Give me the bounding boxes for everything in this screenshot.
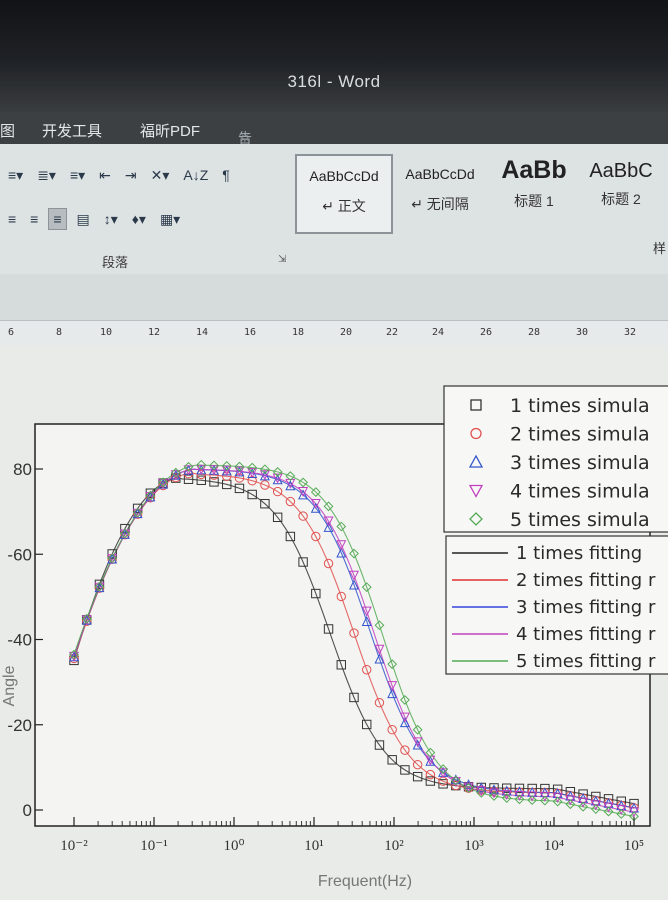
borders-icon[interactable]: ▦▾	[156, 209, 184, 230]
legend-label: 2 times simula	[510, 424, 650, 446]
bullets-icon[interactable]: ≡▾	[4, 165, 27, 186]
show-marks-icon[interactable]: ¶	[218, 165, 234, 185]
y-tick-label: -60	[7, 545, 32, 564]
ruler-label: 30	[576, 327, 589, 338]
ruler-label: 14	[196, 327, 209, 338]
style-heading-1[interactable]: AaBb 标题 1	[487, 154, 581, 230]
ruler-label: 18	[292, 327, 305, 338]
chinese-layout-icon[interactable]: ✕▾	[147, 165, 174, 186]
decrease-indent-icon[interactable]: ⇤	[95, 165, 115, 186]
line-spacing-icon[interactable]: ↕▾	[100, 209, 122, 230]
ruler-label: 16	[244, 327, 257, 338]
align-right-icon[interactable]: ≡	[26, 209, 42, 229]
y-tick-label: -20	[7, 716, 32, 735]
shading-icon[interactable]: ♦▾	[128, 209, 150, 230]
numbering-icon[interactable]: ≣▾	[33, 165, 60, 186]
legend-label: 3 times simula	[510, 452, 650, 474]
x-tick-label: 10⁰	[223, 838, 244, 854]
legend-label: 1 times fitting	[516, 543, 642, 564]
style-normal[interactable]: AaBbCcDd ↵ 正文	[295, 154, 393, 234]
ruler-label: 24	[432, 327, 445, 338]
style-name: ↵ 正文	[322, 198, 366, 214]
legend-fitting: 1 times fitting 2 times fitting r 3 times …	[445, 535, 668, 675]
paragraph-row-2: ≡ ≡ ≡ ▤ ↕▾ ♦▾ ▦▾	[0, 202, 184, 236]
y-tick-label: -40	[7, 631, 32, 650]
ruler-label: 22	[386, 327, 399, 338]
sort-icon[interactable]: A↓Z	[179, 165, 212, 185]
paragraph-group-label: 段落	[102, 255, 129, 270]
align-center-icon[interactable]: ≡	[4, 209, 20, 229]
x-tick-label: 10⁴	[544, 838, 564, 854]
style-sample: AaBbCcDd	[309, 168, 379, 184]
window-titlebar: 316l - Word	[0, 0, 668, 112]
ribbon: ≡▾ ≣▾ ≡▾ ⇤ ⇥ ✕▾ A↓Z ¶ ≡ ≡ ≡ ▤ ↕▾ ♦▾ ▦▾ 段…	[0, 144, 668, 274]
ruler-label: 8	[56, 327, 63, 338]
legend-label: 2 times fitting r	[516, 570, 656, 591]
legend-label: 4 times simula	[510, 481, 650, 503]
x-tick-label: 10⁵	[624, 838, 644, 854]
style-sample: AaBbCcDd	[405, 166, 475, 182]
increase-indent-icon[interactable]: ⇥	[121, 165, 141, 186]
style-heading-2[interactable]: AaBbC 标题 2	[581, 154, 661, 230]
legend-label: 5 times simula	[510, 509, 650, 531]
legend-label: 4 times fitting r	[516, 624, 656, 645]
distributed-icon[interactable]: ▤	[73, 209, 94, 230]
ruler-label: 26	[480, 327, 493, 338]
x-tick-label: 10⁻²	[60, 838, 88, 854]
style-name: 标题 2	[601, 191, 641, 207]
style-no-spacing[interactable]: AaBbCcDd ↵ 无间隔	[393, 154, 487, 230]
x-tick-label: 10²	[384, 838, 404, 854]
justify-icon[interactable]: ≡	[48, 208, 67, 230]
horizontal-ruler[interactable]: 6 8 10 12 14 16 18 20 22 24 26 28 30 32	[0, 320, 668, 348]
legend-label: 5 times fitting r	[516, 651, 656, 672]
menu-item-developer[interactable]: 开发工具	[42, 120, 102, 141]
paragraph-dialog-launcher-icon[interactable]: ⇲	[278, 254, 286, 265]
x-tick-label: 10³	[464, 838, 484, 854]
menu-item-foxit-pdf[interactable]: 福昕PDF	[140, 120, 200, 141]
bode-phase-chart: 0 -20 -40 -60 80 10⁻² 10⁻¹ 10⁰ 10¹ 10² 10³ 10⁴ 10⁵ Fr…	[1, 385, 668, 890]
x-tick-label: 10⁻¹	[140, 838, 167, 854]
legend-simulation: 1 times simula 2 times simula 3 times simu…	[443, 385, 668, 533]
paragraph-row-1: ≡▾ ≣▾ ≡▾ ⇤ ⇥ ✕▾ A↓Z ¶	[0, 158, 234, 192]
x-axis-title: Frequent(Hz)	[318, 873, 412, 890]
x-tick-label: 10¹	[304, 838, 324, 854]
ruler-label: 32	[624, 327, 637, 338]
legend-label: 3 times fitting r	[516, 597, 656, 618]
style-sample: AaBbC	[589, 160, 653, 182]
ruler-label: 10	[100, 327, 113, 338]
ruler-label: 12	[148, 327, 161, 338]
styles-gallery: AaBbCcDd ↵ 正文 AaBbCcDd ↵ 无间隔 AaBb 标题 1 A…	[295, 154, 661, 234]
ruler-label: 28	[528, 327, 541, 338]
ribbon-gap	[0, 274, 668, 320]
window-title: 316l - Word	[287, 72, 381, 91]
menu-item-partial[interactable]: 图	[0, 120, 15, 141]
y-axis-title: Angle	[1, 665, 18, 706]
styles-group-label: 样	[653, 241, 667, 256]
style-name: 标题 1	[514, 193, 554, 209]
multilevel-list-icon[interactable]: ≡▾	[66, 165, 89, 186]
y-tick-label: 0	[23, 801, 32, 820]
menu-bar: 图 开发工具 福昕PDF ☼ 告诉我您想要做什么...	[0, 112, 668, 306]
style-name: ↵ 无间隔	[411, 196, 469, 212]
legend-label: 1 times simula	[510, 395, 650, 417]
ruler-label: 6	[8, 327, 15, 338]
style-sample: AaBb	[501, 156, 567, 184]
y-tick-label: 80	[13, 460, 32, 479]
ruler-label: 20	[340, 327, 353, 338]
